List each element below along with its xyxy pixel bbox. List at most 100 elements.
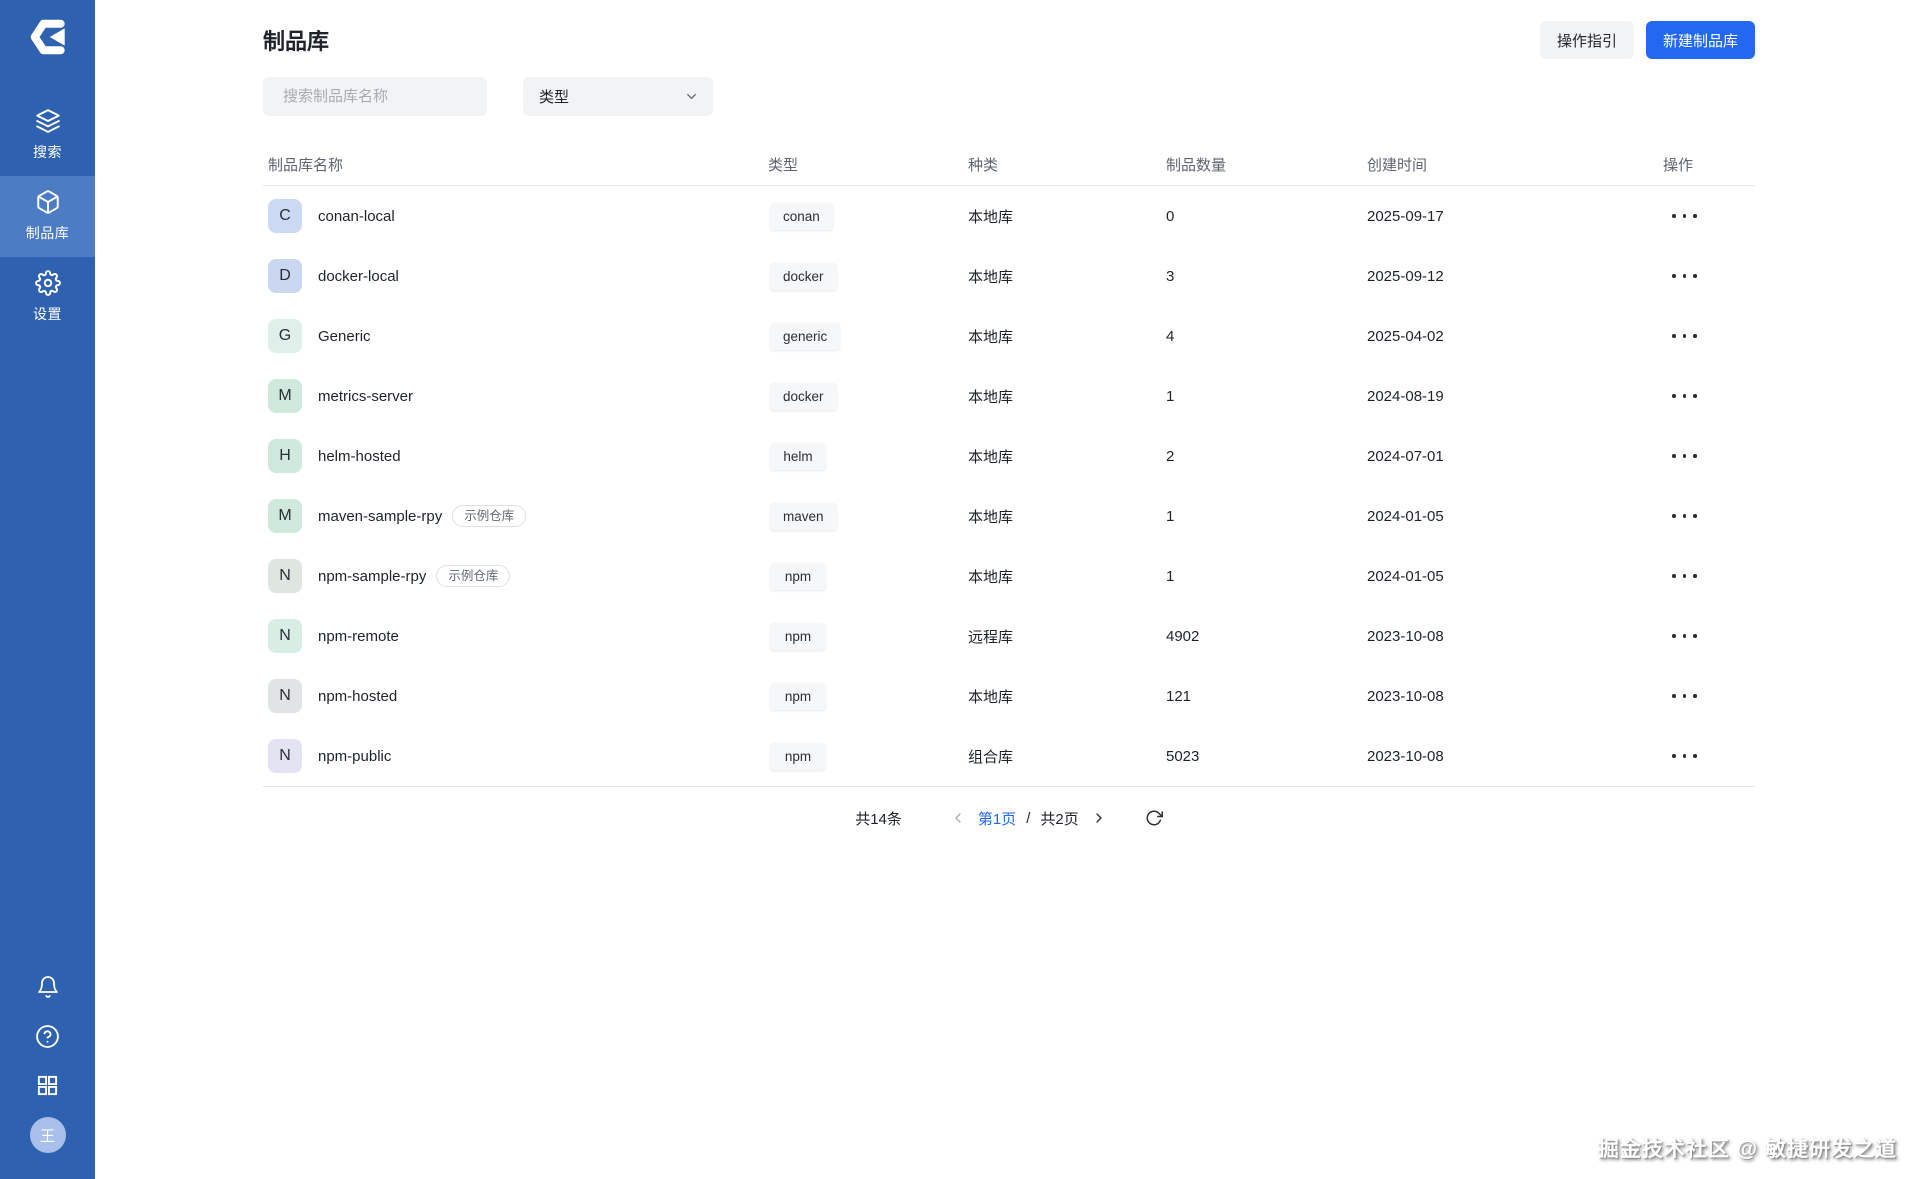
- row-actions-button[interactable]: [1668, 568, 1701, 584]
- repo-count: 5023: [1166, 748, 1367, 765]
- repo-created: 2024-01-05: [1367, 508, 1663, 525]
- repo-name[interactable]: conan-local: [318, 208, 395, 225]
- row-actions-button[interactable]: [1668, 388, 1701, 404]
- sample-repo-badge: 示例仓库: [436, 565, 510, 587]
- row-actions-button[interactable]: [1668, 688, 1701, 704]
- row-actions-button[interactable]: [1668, 448, 1701, 464]
- repo-type-tag: generic: [770, 323, 840, 350]
- repo-name[interactable]: npm-remote: [318, 628, 399, 645]
- row-actions-button[interactable]: [1668, 748, 1701, 764]
- apps-grid-icon: [36, 1074, 59, 1097]
- sidebar-bottom: 王: [30, 970, 66, 1179]
- sample-repo-badge: 示例仓库: [452, 505, 526, 527]
- table-row: M metrics-server docker 本地库 1 2024-08-19: [263, 366, 1755, 426]
- layers-icon: [35, 108, 61, 134]
- search-box[interactable]: [263, 77, 487, 116]
- guide-button[interactable]: 操作指引: [1540, 21, 1634, 59]
- repo-type-tag: helm: [770, 443, 826, 470]
- row-actions-button[interactable]: [1668, 208, 1701, 224]
- main-content: 制品库 操作指引 新建制品库 类型 制品库名称 类型 种类 制品数量 创建时间 …: [95, 0, 1921, 1179]
- repo-type-tag: npm: [770, 563, 826, 590]
- notifications-button[interactable]: [31, 970, 65, 1004]
- repo-name[interactable]: docker-local: [318, 268, 399, 285]
- table-row: M maven-sample-rpy 示例仓库 maven 本地库 1 2024…: [263, 486, 1755, 546]
- repo-avatar: M: [268, 379, 302, 413]
- sidebar-item-label: 搜索: [33, 142, 62, 162]
- sidebar-item-search[interactable]: 搜索: [0, 95, 95, 176]
- repo-name[interactable]: npm-hosted: [318, 688, 397, 705]
- repo-name[interactable]: helm-hosted: [318, 448, 401, 465]
- help-button[interactable]: [31, 1019, 65, 1053]
- sidebar-item-repositories[interactable]: 制品库: [0, 176, 95, 257]
- repo-created: 2025-09-12: [1367, 268, 1663, 285]
- repo-avatar: N: [268, 619, 302, 653]
- repo-kind: 本地库: [968, 506, 1166, 527]
- repo-kind: 本地库: [968, 686, 1166, 707]
- repo-count: 0: [1166, 208, 1367, 225]
- total-pages: 共2页: [1040, 808, 1078, 829]
- repo-count: 4: [1166, 328, 1367, 345]
- chevron-left-icon: [950, 810, 966, 826]
- page-title: 制品库: [263, 24, 329, 56]
- sidebar-item-label: 制品库: [26, 223, 70, 243]
- column-header-created: 创建时间: [1367, 154, 1663, 175]
- repo-name[interactable]: npm-public: [318, 748, 391, 765]
- repo-type-tag: npm: [770, 623, 826, 650]
- repo-name[interactable]: maven-sample-rpy: [318, 508, 442, 525]
- column-header-actions: 操作: [1663, 154, 1755, 175]
- pagination: 共14条 第1页 / 共2页: [263, 796, 1755, 840]
- type-filter-select[interactable]: 类型: [523, 77, 713, 116]
- row-actions-button[interactable]: [1668, 628, 1701, 644]
- refresh-button[interactable]: [1145, 809, 1163, 827]
- repo-avatar: C: [268, 199, 302, 233]
- app-logo[interactable]: [22, 11, 74, 63]
- repo-avatar: N: [268, 739, 302, 773]
- table-row: N npm-remote npm 远程库 4902 2023-10-08: [263, 606, 1755, 666]
- repo-count: 121: [1166, 688, 1367, 705]
- repo-created: 2024-08-19: [1367, 388, 1663, 405]
- create-repository-button[interactable]: 新建制品库: [1646, 21, 1755, 59]
- search-input[interactable]: [283, 88, 482, 105]
- repo-count: 1: [1166, 508, 1367, 525]
- table-row: N npm-hosted npm 本地库 121 2023-10-08: [263, 666, 1755, 726]
- repo-name[interactable]: metrics-server: [318, 388, 413, 405]
- repo-name[interactable]: Generic: [318, 328, 371, 345]
- repo-type-tag: docker: [770, 383, 837, 410]
- repo-count: 2: [1166, 448, 1367, 465]
- row-actions-button[interactable]: [1668, 268, 1701, 284]
- repo-created: 2024-07-01: [1367, 448, 1663, 465]
- next-page-button[interactable]: [1089, 810, 1109, 826]
- table-body: C conan-local conan 本地库 0 2025-09-17 D d…: [263, 186, 1755, 787]
- repo-avatar: N: [268, 679, 302, 713]
- repo-count: 3: [1166, 268, 1367, 285]
- row-actions-button[interactable]: [1668, 508, 1701, 524]
- table-row: D docker-local docker 本地库 3 2025-09-12: [263, 246, 1755, 306]
- row-actions-button[interactable]: [1668, 328, 1701, 344]
- repo-created: 2023-10-08: [1367, 628, 1663, 645]
- sidebar: 搜索 制品库 设置: [0, 0, 95, 1179]
- repo-name[interactable]: npm-sample-rpy: [318, 568, 426, 585]
- column-header-type: 类型: [768, 154, 968, 175]
- repo-avatar: D: [268, 259, 302, 293]
- prev-page-button[interactable]: [948, 810, 968, 826]
- repo-kind: 本地库: [968, 566, 1166, 587]
- chevron-right-icon: [1091, 810, 1107, 826]
- sidebar-nav: 搜索 制品库 设置: [0, 95, 95, 338]
- gear-icon: [35, 270, 61, 296]
- current-page-link[interactable]: 第1页: [978, 808, 1016, 829]
- repo-avatar: M: [268, 499, 302, 533]
- repo-type-tag: maven: [770, 503, 837, 530]
- table-row: N npm-public npm 组合库 5023 2023-10-08: [263, 726, 1755, 786]
- repo-kind: 本地库: [968, 386, 1166, 407]
- repo-avatar: G: [268, 319, 302, 353]
- repo-count: 1: [1166, 568, 1367, 585]
- repo-kind: 本地库: [968, 206, 1166, 227]
- sidebar-item-settings[interactable]: 设置: [0, 257, 95, 338]
- column-header-name: 制品库名称: [263, 154, 768, 175]
- refresh-icon: [1145, 809, 1163, 827]
- user-avatar[interactable]: 王: [30, 1117, 66, 1153]
- repo-type-tag: docker: [770, 263, 837, 290]
- apps-button[interactable]: [31, 1068, 65, 1102]
- table-row: H helm-hosted helm 本地库 2 2024-07-01: [263, 426, 1755, 486]
- repo-count: 4902: [1166, 628, 1367, 645]
